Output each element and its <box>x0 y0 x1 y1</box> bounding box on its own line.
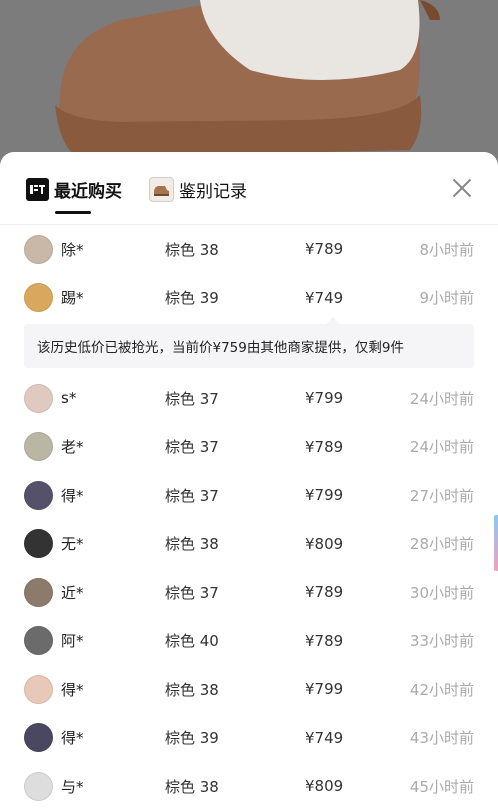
product-spec: 棕色 38 <box>165 240 219 259</box>
product-spec: 棕色 38 <box>165 535 219 554</box>
buyer-name: 无* <box>61 535 84 554</box>
purchase-price: ¥809 <box>305 534 344 553</box>
buyer-avatar <box>24 383 53 413</box>
product-spec: 棕色 39 <box>165 729 219 748</box>
buyer-avatar <box>24 480 53 510</box>
purchase-price: ¥799 <box>305 680 344 699</box>
active-tab-indicator <box>55 211 91 214</box>
buyer-avatar <box>24 723 53 753</box>
purchase-record-row: 与* 棕色 38 ¥809 45小时前 <box>0 762 498 811</box>
product-image <box>0 0 498 170</box>
product-spec: 棕色 37 <box>165 438 219 457</box>
buyer-avatar <box>24 529 53 559</box>
buyer-avatar <box>24 577 53 607</box>
close-icon[interactable] <box>452 178 472 198</box>
purchase-time: 30小时前 <box>409 583 474 602</box>
purchase-time: 24小时前 <box>409 389 474 408</box>
buyer-name: 踢* <box>61 289 84 308</box>
buyer-avatar <box>24 234 53 264</box>
purchase-time: 9小时前 <box>419 289 474 308</box>
purchase-price: ¥789 <box>305 240 344 259</box>
purchase-price: ¥789 <box>305 437 344 456</box>
buyer-name: s* <box>61 389 77 408</box>
purchase-price: ¥749 <box>305 728 344 747</box>
buyer-name: 得* <box>61 680 84 699</box>
tab-recent-purchases[interactable]: 最近购买 <box>26 176 122 202</box>
purchase-record-row: 无* 棕色 38 ¥809 28小时前 <box>0 520 498 569</box>
purchase-records-list: 除* 棕色 38 ¥789 8小时前踢* 棕色 39 ¥749 9小时前该历史低价已被抢光，… <box>0 225 498 811</box>
purchase-time: 24小时前 <box>409 438 474 457</box>
purchase-time: 28小时前 <box>409 535 474 554</box>
purchase-time: 27小时前 <box>409 486 474 505</box>
buyer-name: 除* <box>61 240 84 259</box>
buyer-name: 得* <box>61 486 84 505</box>
purchase-record-row: 得* 棕色 37 ¥799 27小时前 <box>0 471 498 520</box>
purchase-time: 42小时前 <box>409 680 474 699</box>
shoe-thumbnail-icon <box>149 176 174 202</box>
purchase-record-row: 得* 棕色 38 ¥799 42小时前 <box>0 665 498 714</box>
purchase-record-row: s* 棕色 37 ¥799 24小时前 <box>0 374 498 423</box>
price-notice-text: 该历史低价已被抢光，当前价¥759由其他商家提供，仅剩9件 <box>37 340 404 356</box>
purchase-time: 43小时前 <box>409 729 474 748</box>
side-accent-bar <box>494 515 498 571</box>
purchase-time: 8小时前 <box>419 240 474 259</box>
product-spec: 棕色 37 <box>165 583 219 602</box>
tab-label: 鉴别记录 <box>179 181 247 202</box>
purchase-record-row: 除* 棕色 38 ¥789 8小时前 <box>0 225 498 274</box>
buyer-avatar <box>24 626 53 656</box>
purchase-price: ¥799 <box>305 389 344 408</box>
buyer-avatar <box>24 283 53 313</box>
purchase-record-row: 踢* 棕色 39 ¥749 9小时前 <box>0 274 498 323</box>
purchase-price: ¥789 <box>305 583 344 602</box>
product-spec: 棕色 38 <box>165 777 219 796</box>
buyer-avatar <box>24 432 53 462</box>
product-spec: 棕色 39 <box>165 289 219 308</box>
purchase-price: ¥749 <box>305 288 344 307</box>
purchase-record-row: 近* 棕色 37 ¥789 30小时前 <box>0 568 498 617</box>
brand-logo-icon <box>26 177 49 201</box>
recent-purchases-sheet: 最近购买 鉴别记录 除* 棕色 38 ¥789 8小时前踢* 棕色 39 ¥749 9小时前… <box>0 152 498 812</box>
buyer-avatar <box>24 674 53 704</box>
tab-label: 最近购买 <box>54 181 122 202</box>
buyer-name: 老* <box>61 438 84 457</box>
purchase-record-row: 阿* 棕色 40 ¥789 33小时前 <box>0 617 498 666</box>
buyer-name: 阿* <box>61 632 84 651</box>
purchase-time: 33小时前 <box>409 632 474 651</box>
purchase-price: ¥789 <box>305 631 344 650</box>
buyer-name: 得* <box>61 729 84 748</box>
purchase-price: ¥809 <box>305 777 344 796</box>
purchase-time: 45小时前 <box>409 777 474 796</box>
buyer-avatar <box>24 771 53 801</box>
buyer-name: 近* <box>61 583 84 602</box>
product-spec: 棕色 38 <box>165 680 219 699</box>
price-notice: 该历史低价已被抢光，当前价¥759由其他商家提供，仅剩9件 <box>24 317 474 368</box>
purchase-record-row: 得* 棕色 39 ¥749 43小时前 <box>0 714 498 763</box>
product-spec: 棕色 37 <box>165 389 219 408</box>
buyer-name: 与* <box>61 777 84 796</box>
purchase-record-row: 老* 棕色 37 ¥789 24小时前 <box>0 423 498 472</box>
purchase-price: ¥799 <box>305 486 344 505</box>
product-spec: 棕色 40 <box>165 632 219 651</box>
tab-authentication-records[interactable]: 鉴别记录 <box>149 176 247 202</box>
product-spec: 棕色 37 <box>165 486 219 505</box>
sheet-header: 最近购买 鉴别记录 <box>0 152 498 225</box>
